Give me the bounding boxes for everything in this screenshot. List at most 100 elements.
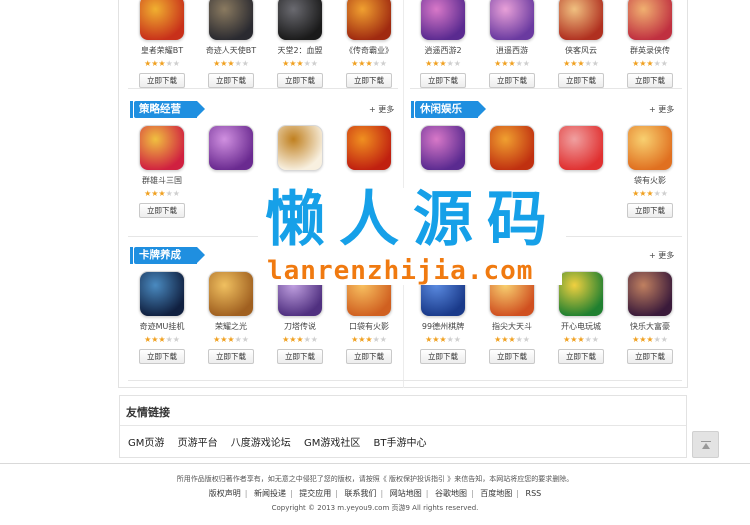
game-name[interactable]: 群雄斗三国 — [128, 176, 196, 186]
game-icon[interactable] — [208, 0, 254, 41]
download-button[interactable]: 立即下载 — [139, 73, 185, 88]
footer-link[interactable]: 百度地图 — [480, 489, 512, 498]
download-button[interactable]: 立即下载 — [627, 73, 673, 88]
game-icon[interactable] — [627, 0, 673, 41]
game-icon[interactable] — [139, 0, 185, 41]
download-button[interactable]: 立即下载 — [489, 73, 535, 88]
friend-link[interactable]: BT手游中心 — [374, 438, 427, 449]
game-name[interactable]: 99德州棋牌 — [409, 322, 477, 332]
game-item: 侠客风云 ★★★★★ 立即下载 — [547, 0, 615, 88]
star-icon: ★ — [522, 59, 530, 68]
game-icon[interactable] — [208, 271, 254, 317]
footer-link[interactable]: 网站地图 — [390, 489, 422, 498]
rss-link[interactable]: RSS — [526, 489, 542, 498]
game-name[interactable]: 逍遥西游 — [478, 46, 546, 56]
star-icon: ★ — [296, 59, 304, 68]
friend-link[interactable]: 八度游戏论坛 — [231, 438, 291, 449]
rating-stars: ★★★★★ — [616, 59, 684, 68]
star-icon: ★ — [584, 59, 592, 68]
game-item — [547, 125, 615, 171]
game-name[interactable]: 奇迹MU挂机 — [128, 322, 196, 332]
game-name[interactable]: 指尖大天斗 — [478, 322, 546, 332]
star-icon: ★ — [515, 59, 523, 68]
game-name[interactable]: 快乐大富豪 — [616, 322, 684, 332]
download-button[interactable]: 立即下载 — [558, 349, 604, 364]
game-item: 奇迹MU挂机 ★★★★★ 立即下载 — [128, 271, 196, 364]
download-button[interactable]: 立即下载 — [139, 203, 185, 218]
download-button[interactable]: 立即下载 — [277, 73, 323, 88]
footer-link[interactable]: 提交应用 — [299, 489, 331, 498]
game-name[interactable]: 刀塔传说 — [266, 322, 334, 332]
friend-links-title: 友情链接 — [126, 406, 170, 419]
star-icon: ★ — [172, 335, 180, 344]
star-icon: ★ — [653, 59, 661, 68]
footer-link[interactable]: 新闻投递 — [254, 489, 286, 498]
download-button[interactable]: 立即下载 — [627, 349, 673, 364]
download-button[interactable]: 立即下载 — [627, 203, 673, 218]
download-button[interactable]: 立即下载 — [420, 73, 466, 88]
game-name[interactable]: 群英录侠传 — [616, 46, 684, 56]
download-button[interactable]: 立即下载 — [420, 349, 466, 364]
game-icon[interactable] — [346, 0, 392, 41]
game-icon[interactable] — [277, 125, 323, 171]
game-icon[interactable] — [346, 125, 392, 171]
download-button[interactable]: 立即下载 — [277, 349, 323, 364]
game-name[interactable]: 奇迹人天使BT — [197, 46, 265, 56]
star-icon: ★ — [379, 59, 387, 68]
more-link-strategy[interactable]: + 更多 — [369, 104, 394, 115]
game-name[interactable]: 荣耀之光 — [197, 322, 265, 332]
game-icon[interactable] — [489, 125, 535, 171]
game-icon[interactable] — [489, 0, 535, 41]
section-title-strategy[interactable]: 策略经营 — [130, 101, 205, 118]
game-icon[interactable] — [627, 271, 673, 317]
rating-stars: ★★★★★ — [128, 189, 196, 198]
download-button[interactable]: 立即下载 — [208, 73, 254, 88]
game-icon[interactable] — [558, 125, 604, 171]
star-icon: ★ — [453, 59, 461, 68]
download-button[interactable]: 立即下载 — [346, 73, 392, 88]
game-name[interactable]: 天堂2：血盟 — [266, 46, 334, 56]
game-icon[interactable] — [139, 125, 185, 171]
section-title-casual[interactable]: 休闲娱乐 — [411, 101, 486, 118]
friend-link[interactable]: GM游戏社区 — [304, 438, 360, 449]
more-link-casual[interactable]: + 更多 — [649, 104, 674, 115]
game-name[interactable]: 口袋有火影 — [335, 322, 403, 332]
download-button[interactable]: 立即下载 — [558, 73, 604, 88]
watermark-chinese: 懒人源码 — [265, 185, 561, 255]
game-icon[interactable] — [420, 0, 466, 41]
star-icon: ★ — [515, 335, 523, 344]
game-item: 荣耀之光 ★★★★★ 立即下载 — [197, 271, 265, 364]
star-icon: ★ — [446, 59, 454, 68]
download-button[interactable]: 立即下载 — [489, 349, 535, 364]
star-icon: ★ — [310, 59, 318, 68]
game-name[interactable]: 《传奇霸业》 — [335, 46, 403, 56]
footer-link[interactable]: 谷歌地图 — [435, 489, 467, 498]
game-icon[interactable] — [420, 125, 466, 171]
download-button[interactable]: 立即下载 — [139, 349, 185, 364]
game-name[interactable]: 侠客风云 — [547, 46, 615, 56]
game-icon[interactable] — [627, 125, 673, 171]
game-icon[interactable] — [558, 271, 604, 317]
game-icon[interactable] — [558, 0, 604, 41]
section-title-card[interactable]: 卡牌养成 — [130, 247, 205, 264]
star-icon: ★ — [303, 335, 311, 344]
friend-link[interactable]: GM页游 — [128, 438, 164, 449]
more-link-card[interactable]: + 更多 — [649, 250, 674, 261]
star-icon: ★ — [379, 335, 387, 344]
watermark-english: lanrenzhijia.com — [267, 256, 534, 286]
game-name[interactable]: 皇者荣耀BT — [128, 46, 196, 56]
footer-link[interactable]: 联系我们 — [345, 489, 377, 498]
game-icon[interactable] — [277, 0, 323, 41]
game-name[interactable]: 开心电玩城 — [547, 322, 615, 332]
download-button[interactable]: 立即下载 — [208, 349, 254, 364]
game-icon[interactable] — [208, 125, 254, 171]
game-name[interactable]: 逍遥西游2 — [409, 46, 477, 56]
back-to-top-button[interactable] — [692, 431, 719, 458]
row-separator — [128, 380, 682, 381]
download-button[interactable]: 立即下载 — [346, 349, 392, 364]
game-name[interactable]: 袋有火影 — [616, 176, 684, 186]
friend-link[interactable]: 页游平台 — [178, 438, 218, 449]
game-item: 袋有火影 ★★★★★ 立即下载 — [616, 125, 684, 218]
footer-link[interactable]: 版权声明 — [209, 489, 241, 498]
game-icon[interactable] — [139, 271, 185, 317]
